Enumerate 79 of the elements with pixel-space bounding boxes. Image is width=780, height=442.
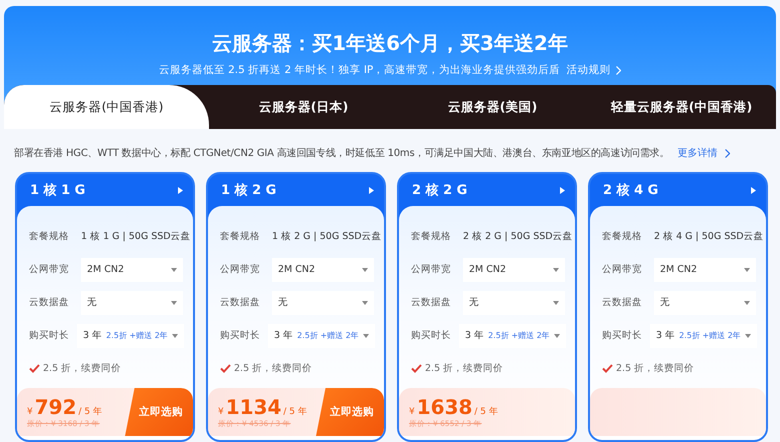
field-label: 公网带宽 (602, 263, 643, 276)
chevron-right-icon (725, 148, 730, 158)
price-unit: / 5 年 (283, 406, 307, 418)
play-arrow-icon (369, 186, 374, 194)
region-tab[interactable]: 云服务器(日本) (209, 85, 398, 130)
spec-value: 1 核 2 G | 50G SSD云盘 (271, 230, 382, 243)
price-unit: / 5 年 (78, 406, 102, 418)
dropdown-caret-icon (171, 300, 177, 304)
option-dropdown[interactable]: 2M CN2 (463, 258, 565, 282)
dropdown-caret-icon (744, 300, 750, 304)
option-dropdown[interactable]: 3 年 2.5折 +赠送 2年 (650, 324, 757, 348)
option-dropdown[interactable]: 无 (81, 290, 183, 314)
region-tab[interactable]: 云服务器(中国香港) (4, 85, 209, 130)
check-icon (29, 364, 40, 372)
field-label: 云数据盘 (411, 296, 452, 309)
more-details-link[interactable]: 更多详情 (677, 146, 718, 160)
option-dropdown[interactable]: 2M CN2 (272, 258, 374, 282)
price-amount: 1134 (226, 395, 282, 419)
option-dropdown[interactable]: 2M CN2 (654, 258, 756, 282)
field-label: 购买时长 (602, 329, 642, 342)
option-dropdown[interactable]: 3 年 2.5折 +赠送 2年 (459, 324, 566, 348)
option-dropdown[interactable]: 2M CN2 (81, 258, 183, 282)
dropdown-caret-icon (362, 268, 368, 272)
currency-sign: ¥ (409, 407, 415, 417)
description-text: 部署在香港 HGC、WTT 数据中心，标配 CTGNet/CN2 GIA 高速回国专线，时延低至 10ms，可满足中国大陆、港澳台、东南亚地区的高速访问需求。 (14, 146, 670, 160)
spec-value: 2 核 4 G | 50G SSD云盘 (653, 230, 764, 243)
spec-value: 2 核 2 G | 50G SSD云盘 (462, 230, 573, 243)
plan-title: 1 核 1 G (30, 182, 86, 199)
banner-title: 云服务器：买1年送6个月，买3年送2年 (212, 30, 568, 57)
check-icon (220, 364, 231, 372)
dropdown-caret-icon (362, 300, 368, 304)
plan-title: 2 核 2 G (412, 182, 468, 199)
price-amount: 1638 (416, 395, 472, 419)
dropdown-caret-icon (172, 334, 178, 338)
discount-note: 2.5 折，续费同价 (43, 362, 122, 374)
field-label: 购买时长 (411, 329, 451, 342)
field-label: 公网带宽 (29, 263, 70, 276)
field-label: 公网带宽 (411, 263, 452, 276)
chevron-right-icon (616, 66, 622, 74)
dropdown-caret-icon (744, 334, 751, 338)
region-tab[interactable]: 轻量云服务器(中国香港) (587, 85, 776, 130)
field-label: 套餐规格 (602, 230, 642, 243)
price-amount: 792 (34, 395, 76, 419)
plan-title: 1 核 2 G (221, 182, 276, 199)
play-arrow-icon (178, 186, 183, 194)
discount-note: 2.5 折，续费同价 (616, 362, 694, 374)
field-label: 套餐规格 (220, 230, 260, 243)
field-label: 云数据盘 (29, 296, 70, 309)
spec-value: 1 核 1 G | 50G SSD云盘 (80, 230, 191, 243)
field-label: 购买时长 (29, 329, 69, 342)
dropdown-caret-icon (171, 268, 177, 272)
field-label: 公网带宽 (220, 263, 261, 276)
check-icon (411, 364, 422, 372)
option-dropdown[interactable]: 无 (463, 290, 565, 314)
currency-sign: ¥ (27, 407, 33, 417)
dropdown-caret-icon (362, 334, 369, 338)
option-dropdown[interactable]: 无 (272, 290, 374, 314)
check-icon (602, 364, 613, 372)
field-label: 云数据盘 (220, 296, 261, 309)
discount-note: 2.5 折，续费同价 (425, 362, 504, 374)
option-dropdown[interactable]: 3 年 2.5折 +赠送 2年 (77, 324, 184, 348)
currency-sign: ¥ (218, 407, 224, 417)
dropdown-caret-icon (744, 268, 750, 272)
banner-subtitle: 云服务器低至 2.5 折再送 2 年时长！独享 IP，高速带宽，为出海业务提供强劲后盾 (158, 63, 560, 77)
price-unit: / 5 年 (474, 406, 498, 418)
dropdown-caret-icon (553, 268, 559, 272)
region-tab[interactable]: 云服务器(美国) (398, 85, 587, 130)
option-dropdown[interactable]: 无 (654, 290, 756, 314)
field-label: 套餐规格 (29, 230, 69, 243)
play-arrow-icon (560, 186, 565, 194)
field-label: 购买时长 (220, 329, 260, 342)
discount-note: 2.5 折，续费同价 (234, 362, 312, 374)
dropdown-caret-icon (553, 300, 559, 304)
field-label: 云数据盘 (602, 296, 643, 309)
dropdown-caret-icon (554, 334, 560, 338)
option-dropdown[interactable]: 3 年 2.5折 +赠送 2年 (268, 324, 375, 348)
plan-title: 2 核 4 G (603, 182, 658, 199)
field-label: 套餐规格 (411, 230, 451, 243)
play-arrow-icon (751, 186, 756, 194)
